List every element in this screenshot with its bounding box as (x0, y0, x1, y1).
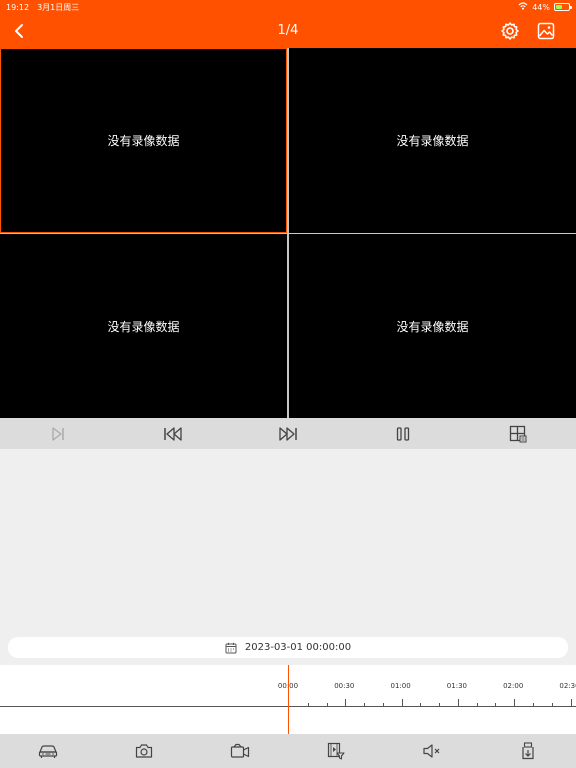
playback-controls (0, 418, 576, 449)
timeline-label: 01:00 (390, 682, 411, 690)
gallery-button[interactable] (535, 20, 557, 42)
pause-button[interactable] (391, 422, 415, 446)
no-recording-text: 没有录像数据 (396, 134, 469, 148)
gear-icon (501, 22, 519, 40)
status-time: 19:12 (6, 2, 30, 12)
no-recording-text: 没有录像数据 (107, 319, 180, 334)
video-filter-button[interactable] (324, 739, 348, 763)
wifi-icon (518, 2, 528, 12)
no-recording-text: 没有录像数据 (107, 134, 180, 148)
battery-percent: 44% (532, 2, 550, 12)
settings-button[interactable] (499, 20, 521, 42)
content-area (0, 449, 576, 634)
mute-button[interactable] (420, 739, 444, 763)
date-picker[interactable]: 2023-03-01 00:00:00 (8, 637, 568, 658)
video-cell-1[interactable]: 没有录像数据 (0, 48, 287, 233)
video-camera-icon (230, 743, 250, 758)
page-title: 1/4 (277, 23, 299, 38)
battery-icon (554, 3, 572, 11)
nav-bar: 1/4 (0, 14, 576, 48)
status-bar: 19:12 3月1日周三 44% (0, 0, 576, 14)
battery-level (556, 5, 562, 9)
status-date: 3月1日周三 (37, 2, 80, 12)
download-button[interactable] (516, 739, 540, 763)
camera-icon (135, 744, 153, 758)
image-icon (537, 22, 555, 40)
timeline[interactable]: 00:0000:3001:0001:3002:0002:30 (0, 665, 576, 734)
grid-layout-button[interactable] (506, 422, 530, 446)
calendar-icon (225, 642, 237, 653)
timeline-label: 02:00 (503, 682, 524, 690)
timeline-label: 01:30 (446, 682, 467, 690)
no-recording-text: 没有录像数据 (396, 319, 469, 334)
video-grid: 没有录像数据 没有录像数据 没有录像数据 没有录像数据 (0, 48, 576, 418)
video-filter-icon (327, 742, 345, 760)
timeline-label: 00:30 (334, 682, 355, 690)
fast-forward-button[interactable] (276, 422, 300, 446)
date-value: 2023-03-01 00:00:00 (244, 642, 352, 653)
rewind-icon (164, 427, 182, 441)
car-icon (38, 745, 58, 758)
pause-icon (396, 427, 410, 441)
fast-forward-icon (279, 427, 297, 441)
status-right: 44% (518, 2, 572, 12)
timeline-cursor[interactable] (288, 665, 289, 734)
next-frame-icon (52, 427, 64, 441)
rewind-button[interactable] (161, 422, 185, 446)
timeline-label: 02:30 (559, 682, 576, 690)
grid-layout-icon (509, 425, 527, 443)
video-cell-4[interactable]: 没有录像数据 (289, 234, 576, 418)
mute-icon (423, 744, 440, 758)
next-frame-button[interactable] (46, 422, 70, 446)
video-cell-2[interactable]: 没有录像数据 (289, 48, 576, 233)
snapshot-button[interactable] (132, 739, 156, 763)
download-icon (522, 742, 534, 760)
car-button[interactable] (36, 739, 60, 763)
bottom-toolbar (0, 734, 576, 768)
video-cell-3[interactable]: 没有录像数据 (0, 234, 287, 418)
record-button[interactable] (228, 739, 252, 763)
